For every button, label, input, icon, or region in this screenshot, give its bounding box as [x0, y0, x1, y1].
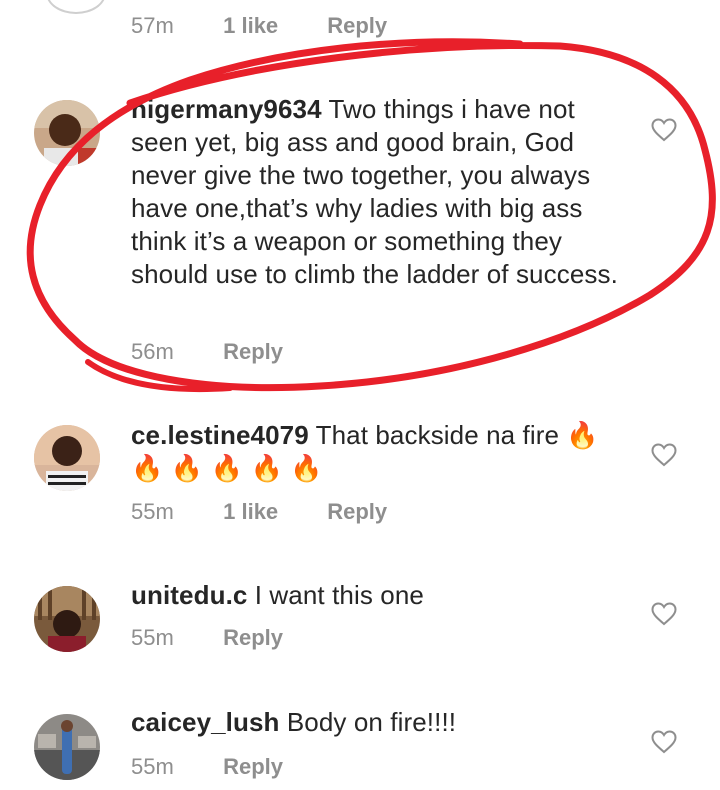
fire-emoji: 🔥 [566, 420, 599, 450]
fire-emoji: 🔥 [290, 453, 323, 483]
comment-body: unitedu.c I want this one [131, 579, 631, 612]
comment-username[interactable]: nigermany9634 [131, 94, 322, 124]
reply-button[interactable]: Reply [223, 339, 283, 365]
reply-button[interactable]: Reply [223, 625, 283, 651]
avatar[interactable] [34, 425, 100, 491]
comment-text: I want this one [254, 580, 424, 610]
fire-emoji: 🔥 [131, 453, 164, 483]
avatar[interactable] [34, 100, 100, 166]
comment-body: ce.lestine4079 That backside na fire 🔥 🔥… [131, 419, 631, 485]
comment-username[interactable]: ce.lestine4079 [131, 420, 309, 450]
reply-button[interactable]: Reply [327, 13, 387, 39]
comment-body: nigermany9634 Two things i have not seen… [131, 93, 631, 291]
comment-meta: 55m 1 like Reply [131, 499, 387, 525]
fire-emoji: 🔥 [250, 453, 283, 483]
comment-time: 55m [131, 754, 174, 779]
comment-meta: 56m Reply [131, 339, 283, 365]
avatar[interactable] [46, 0, 106, 14]
heart-outline-icon[interactable] [651, 730, 677, 754]
comment-body: caicey_lush Body on fire!!!! [131, 706, 631, 739]
heart-outline-icon[interactable] [651, 443, 677, 467]
fire-emoji: 🔥 [170, 453, 204, 483]
reply-button[interactable]: Reply [223, 754, 283, 780]
likes-count[interactable]: 1 like [223, 13, 321, 39]
comment-time: 56m [131, 339, 174, 364]
comment-username[interactable]: unitedu.c [131, 580, 247, 610]
comment-meta: 55m Reply [131, 754, 283, 780]
comment-time: 55m [131, 499, 174, 524]
avatar[interactable] [34, 714, 100, 780]
comment-time: 55m [131, 625, 174, 650]
heart-outline-icon[interactable] [651, 602, 677, 626]
comment-username[interactable]: caicey_lush [131, 707, 280, 737]
comment-text: Body on fire!!!! [286, 707, 457, 737]
fire-emoji: 🔥 [210, 453, 244, 483]
heart-outline-icon[interactable] [651, 118, 677, 142]
likes-count[interactable]: 1 like [223, 499, 321, 525]
comment-time: 57m [131, 13, 174, 38]
avatar[interactable] [34, 586, 100, 652]
comment-meta: 57m 1 like Reply [131, 13, 387, 39]
reply-button[interactable]: Reply [327, 499, 387, 525]
comment-text: That backside na fire [315, 420, 560, 450]
comment-meta: 55m Reply [131, 625, 283, 651]
